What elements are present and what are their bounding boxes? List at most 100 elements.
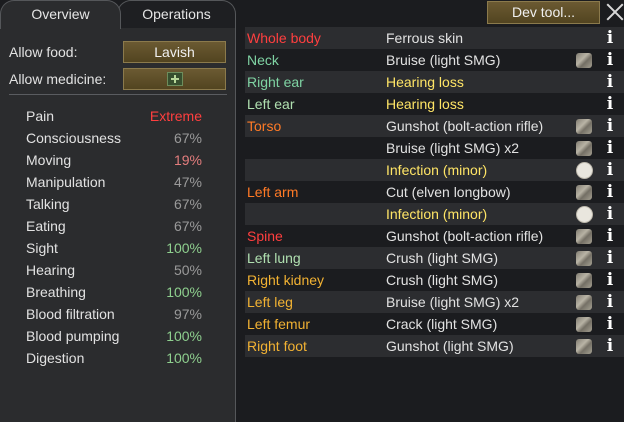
bandage-icon [576, 251, 592, 266]
hediff-row[interactable]: Spine Gunshot (bolt-action rifle) i [245, 225, 624, 247]
bandage-icon [576, 185, 592, 200]
info-icon[interactable]: i [605, 161, 615, 179]
hediff-label: Crush (light SMG) [386, 272, 499, 288]
body-part-label: Whole body [247, 30, 321, 46]
tended-circle-icon [576, 162, 593, 179]
hediff-row[interactable]: Bruise (light SMG) x2 i [245, 137, 624, 159]
allow-medicine-button[interactable] [123, 68, 226, 90]
hediff-row[interactable]: Infection (minor) i [245, 203, 624, 225]
capacity-value: 97% [173, 306, 202, 322]
body-part-label: Left lung [247, 250, 301, 266]
body-part-label: Torso [247, 118, 282, 134]
hediff-row[interactable]: Torso Gunshot (bolt-action rifle) i [245, 115, 624, 137]
info-icon[interactable]: i [605, 293, 615, 311]
capacity-value: 19% [173, 152, 202, 168]
body-part-label: Neck [247, 52, 279, 68]
hediff-label: Gunshot (bolt-action rifle) [386, 228, 544, 244]
info-icon[interactable]: i [605, 249, 615, 267]
capacity-row[interactable]: Moving 19% [26, 149, 202, 171]
capacity-row[interactable]: Pain Extreme [26, 105, 202, 127]
capacity-value: Extreme [149, 108, 202, 124]
allow-food-button[interactable]: Lavish [123, 41, 226, 63]
bandage-icon [576, 53, 592, 68]
hediff-row[interactable]: Whole body Ferrous skin i [245, 27, 624, 49]
capacity-row[interactable]: Digestion 100% [26, 347, 202, 369]
capacity-label: Manipulation [26, 174, 106, 190]
tended-circle-icon [576, 206, 593, 223]
info-icon[interactable]: i [605, 183, 615, 201]
body-part-label: Left leg [247, 294, 293, 310]
hediff-row[interactable]: Left femur Crack (light SMG) i [245, 313, 624, 335]
hediff-label: Gunshot (light SMG) [386, 338, 514, 354]
info-icon[interactable]: i [605, 315, 615, 333]
bandage-icon [576, 141, 592, 156]
info-icon[interactable]: i [605, 29, 615, 47]
capacity-label: Digestion [26, 350, 85, 366]
bandage-icon [576, 229, 592, 244]
capacity-row[interactable]: Hearing 50% [26, 259, 202, 281]
hediff-row[interactable]: Left leg Bruise (light SMG) x2 i [245, 291, 624, 313]
capacity-row[interactable]: Sight 100% [26, 237, 202, 259]
body-part-label: Right ear [247, 74, 304, 90]
capacity-row[interactable]: Blood pumping 100% [26, 325, 202, 347]
capacity-row[interactable]: Talking 67% [26, 193, 202, 215]
capacity-label: Consciousness [26, 130, 121, 146]
hediff-label: Bruise (light SMG) x2 [386, 140, 520, 156]
hediff-row[interactable]: Left lung Crush (light SMG) i [245, 247, 624, 269]
capacity-value: 100% [166, 350, 202, 366]
hediff-row[interactable]: Right foot Gunshot (light SMG) i [245, 335, 624, 357]
capacity-label: Moving [26, 152, 72, 168]
bandage-icon [576, 273, 592, 288]
hediff-row[interactable]: Right kidney Crush (light SMG) i [245, 269, 624, 291]
info-icon[interactable]: i [605, 117, 615, 135]
health-tab-window: Overview Operations Allow food: Lavish A… [0, 0, 624, 422]
capacity-value: 100% [166, 328, 202, 344]
overview-panel: Allow food: Lavish Allow medicine: Pain E… [0, 27, 236, 422]
tab-overview[interactable]: Overview [0, 0, 121, 29]
hediff-row[interactable]: Neck Bruise (light SMG) i [245, 49, 624, 71]
capacity-label: Blood filtration [26, 306, 115, 322]
info-icon[interactable]: i [605, 95, 615, 113]
hediff-row[interactable]: Right ear Hearing loss i [245, 71, 624, 93]
info-icon[interactable]: i [605, 139, 615, 157]
close-icon[interactable] [606, 1, 624, 23]
capacity-row[interactable]: Eating 67% [26, 215, 202, 237]
hediff-label: Bruise (light SMG) x2 [386, 294, 520, 310]
capacity-value: 67% [173, 196, 202, 212]
body-part-label: Left femur [247, 316, 311, 332]
hediff-label: Crack (light SMG) [386, 316, 498, 332]
capacity-value: 47% [173, 174, 202, 190]
info-icon[interactable]: i [605, 205, 615, 223]
info-icon[interactable]: i [605, 51, 615, 69]
body-part-label: Left arm [247, 184, 299, 200]
capacity-label: Pain [26, 108, 55, 124]
info-icon[interactable]: i [605, 227, 615, 245]
info-icon[interactable]: i [605, 73, 615, 91]
capacity-list: Pain Extreme Consciousness 67% Moving 19% Mani… [26, 105, 202, 369]
hediff-label: Gunshot (bolt-action rifle) [386, 118, 544, 134]
info-icon[interactable]: i [605, 271, 615, 289]
allow-medicine-label: Allow medicine: [9, 71, 107, 87]
capacity-row[interactable]: Consciousness 67% [26, 127, 202, 149]
capacity-label: Eating [26, 218, 66, 234]
capacity-label: Hearing [26, 262, 76, 278]
tab-operations[interactable]: Operations [117, 0, 236, 28]
capacity-row[interactable]: Manipulation 47% [26, 171, 202, 193]
hediff-table: Whole body Ferrous skin i Neck Bruise (light… [245, 27, 624, 357]
hediff-row[interactable]: Left arm Cut (elven longbow) i [245, 181, 624, 203]
capacity-row[interactable]: Blood filtration 97% [26, 303, 202, 325]
medicine-icon [166, 72, 183, 86]
hediff-row[interactable]: Left ear Hearing loss i [245, 93, 624, 115]
capacity-value: 100% [166, 284, 202, 300]
body-part-label: Left ear [247, 96, 295, 112]
capacity-value: 67% [173, 130, 202, 146]
dev-tool-button[interactable]: Dev tool... [487, 1, 600, 24]
bandage-icon [576, 317, 592, 332]
body-part-label: Spine [247, 228, 283, 244]
hediff-label: Bruise (light SMG) [386, 52, 501, 68]
capacity-row[interactable]: Breathing 100% [26, 281, 202, 303]
info-icon[interactable]: i [605, 337, 615, 355]
hediff-label: Hearing loss [386, 96, 464, 112]
hediff-label: Hearing loss [386, 74, 464, 90]
hediff-row[interactable]: Infection (minor) i [245, 159, 624, 181]
